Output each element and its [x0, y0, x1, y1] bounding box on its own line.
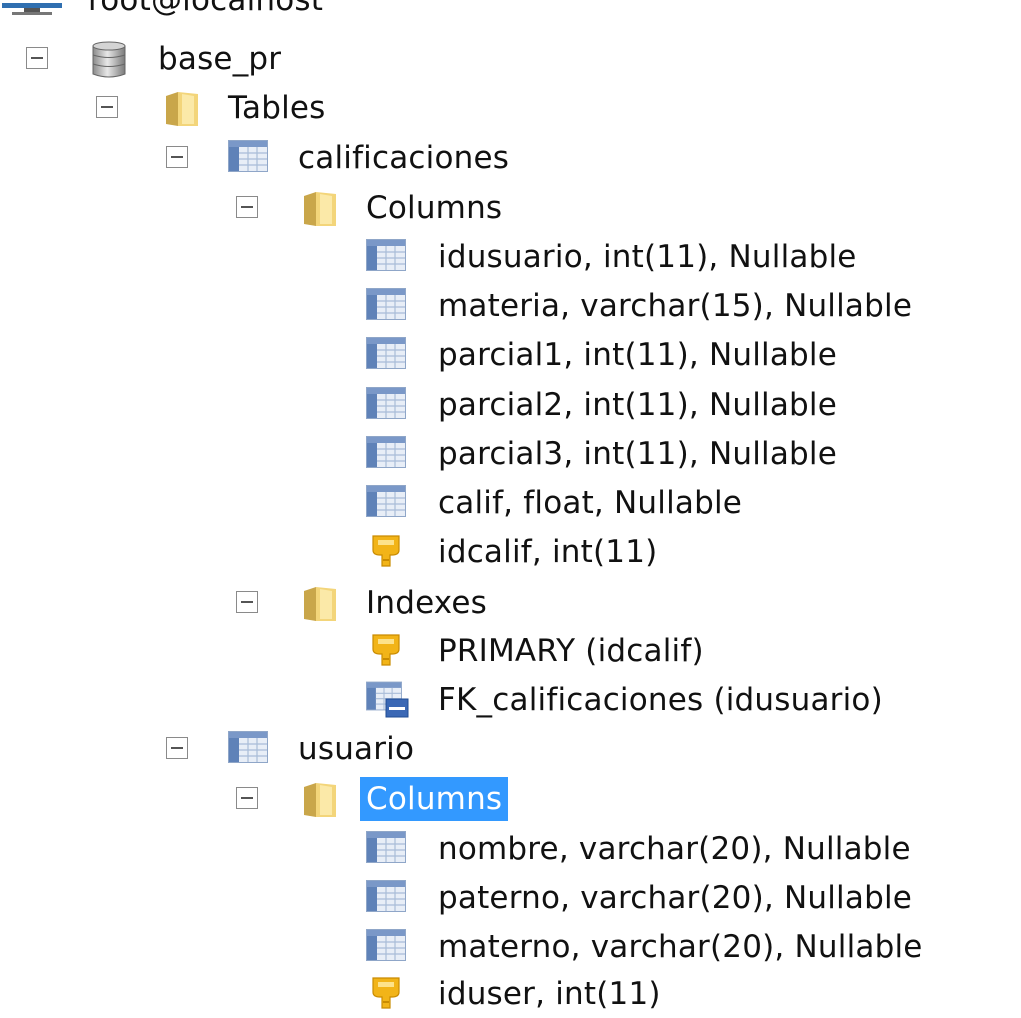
- tree-node-primary-key-column[interactable]: idcalif, int(11): [0, 528, 1021, 576]
- tree-node-column[interactable]: parcial3, int(11), Nullable: [0, 430, 1021, 478]
- tree-node-columns-folder[interactable]: Columns: [0, 184, 1021, 232]
- column-icon: [366, 239, 406, 275]
- index-label: FK_calificaciones (idusuario): [438, 682, 883, 718]
- collapse-toggle[interactable]: [236, 787, 258, 809]
- tree-node-column[interactable]: materno, varchar(20), Nullable: [0, 923, 1021, 971]
- collapse-toggle[interactable]: [166, 737, 188, 759]
- tree-node-column[interactable]: idusuario, int(11), Nullable: [0, 233, 1021, 281]
- tree-node-indexes-folder[interactable]: Indexes: [0, 579, 1021, 627]
- collapse-toggle[interactable]: [166, 146, 188, 168]
- column-label: parcial2, int(11), Nullable: [438, 387, 838, 423]
- database-icon: [90, 40, 128, 84]
- column-icon: [366, 436, 406, 472]
- table-label: calificaciones: [298, 140, 510, 176]
- column-label: nombre, varchar(20), Nullable: [438, 831, 911, 867]
- collapse-toggle[interactable]: [26, 47, 48, 69]
- tree-node-columns-folder-selected[interactable]: Columns: [0, 775, 1021, 823]
- tree-node-column[interactable]: nombre, varchar(20), Nullable: [0, 825, 1021, 873]
- folder-icon: [302, 779, 338, 823]
- collapse-toggle[interactable]: [236, 591, 258, 613]
- tree-node-connection[interactable]: root@localhost: [0, 0, 1021, 24]
- column-icon: [366, 485, 406, 521]
- column-label: calif, float, Nullable: [438, 485, 743, 521]
- folder-label: Columns: [366, 190, 503, 226]
- tree-node-index[interactable]: PRIMARY (idcalif): [0, 627, 1021, 675]
- folder-icon: [164, 88, 200, 132]
- connection-label: root@localhost: [88, 0, 324, 18]
- column-label: materno, varchar(20), Nullable: [438, 929, 923, 965]
- tree-node-tables-folder[interactable]: Tables: [0, 84, 1021, 132]
- key-icon: [370, 632, 402, 672]
- tree-node-primary-key-column[interactable]: iduser, int(11): [0, 970, 1021, 1018]
- tree-node-table-usuario[interactable]: usuario: [0, 725, 1021, 773]
- index-label: PRIMARY (idcalif): [438, 633, 704, 669]
- column-label: materia, varchar(15), Nullable: [438, 288, 913, 324]
- tree-node-column[interactable]: parcial2, int(11), Nullable: [0, 381, 1021, 429]
- column-label: paterno, varchar(20), Nullable: [438, 880, 913, 916]
- table-label: usuario: [298, 731, 415, 767]
- folder-icon: [302, 583, 338, 627]
- column-icon: [366, 880, 406, 916]
- collapse-toggle[interactable]: [236, 196, 258, 218]
- tree-node-column[interactable]: parcial1, int(11), Nullable: [0, 331, 1021, 379]
- column-icon: [366, 337, 406, 373]
- column-label: idusuario, int(11), Nullable: [438, 239, 857, 275]
- collapse-toggle[interactable]: [96, 96, 118, 118]
- tree-node-database[interactable]: base_pr: [0, 35, 1021, 83]
- column-label: parcial3, int(11), Nullable: [438, 436, 838, 472]
- server-icon: [2, 0, 62, 19]
- key-icon: [370, 533, 402, 573]
- table-icon: [228, 731, 268, 767]
- column-icon: [366, 288, 406, 324]
- column-label: iduser, int(11): [438, 976, 661, 1012]
- tree-node-index[interactable]: FK_calificaciones (idusuario): [0, 676, 1021, 724]
- key-icon: [370, 975, 402, 1015]
- tree-node-column[interactable]: paterno, varchar(20), Nullable: [0, 874, 1021, 922]
- column-label: parcial1, int(11), Nullable: [438, 337, 838, 373]
- folder-label: Tables: [228, 90, 326, 126]
- column-icon: [366, 929, 406, 965]
- folder-label: Indexes: [366, 585, 488, 621]
- foreign-key-index-icon: [366, 681, 410, 723]
- folder-icon: [302, 188, 338, 232]
- database-label: base_pr: [158, 41, 282, 77]
- tree-node-column[interactable]: materia, varchar(15), Nullable: [0, 282, 1021, 330]
- tree-node-table-calificaciones[interactable]: calificaciones: [0, 134, 1021, 182]
- folder-label: Columns: [360, 777, 509, 821]
- table-icon: [228, 140, 268, 176]
- column-icon: [366, 831, 406, 867]
- column-label: idcalif, int(11): [438, 534, 658, 570]
- tree-node-column[interactable]: calif, float, Nullable: [0, 479, 1021, 527]
- column-icon: [366, 387, 406, 423]
